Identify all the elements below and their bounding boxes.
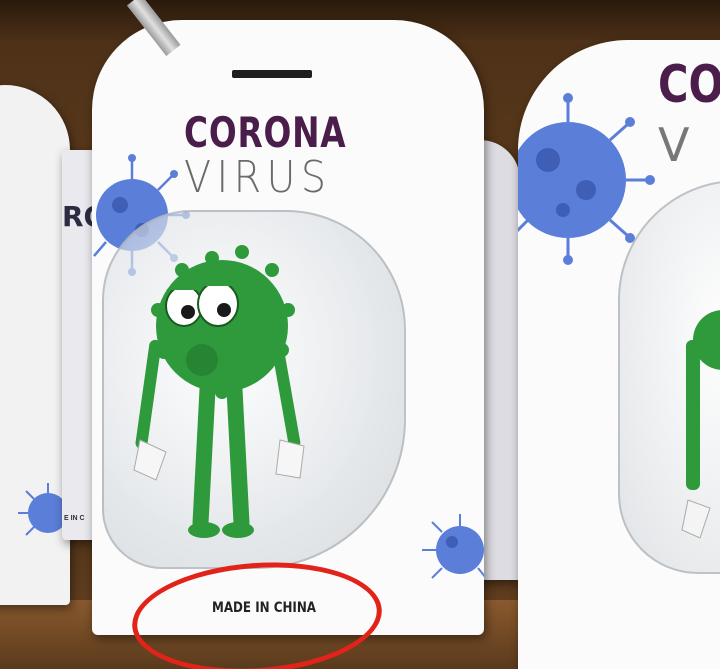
right-package-card: CO V (518, 40, 720, 669)
photo-scene: RO E IN C CO V CORONA VIRUS MADE IN CHIN… (0, 0, 720, 669)
back-package-origin: E IN C (64, 515, 85, 522)
left-package-card (0, 85, 70, 605)
right-toy-figure (681, 310, 720, 539)
green-virus-toy (133, 245, 305, 538)
left-virus-icon (18, 483, 68, 536)
main-package-card: CORONA VIRUS MADE IN CHINA (92, 20, 484, 635)
